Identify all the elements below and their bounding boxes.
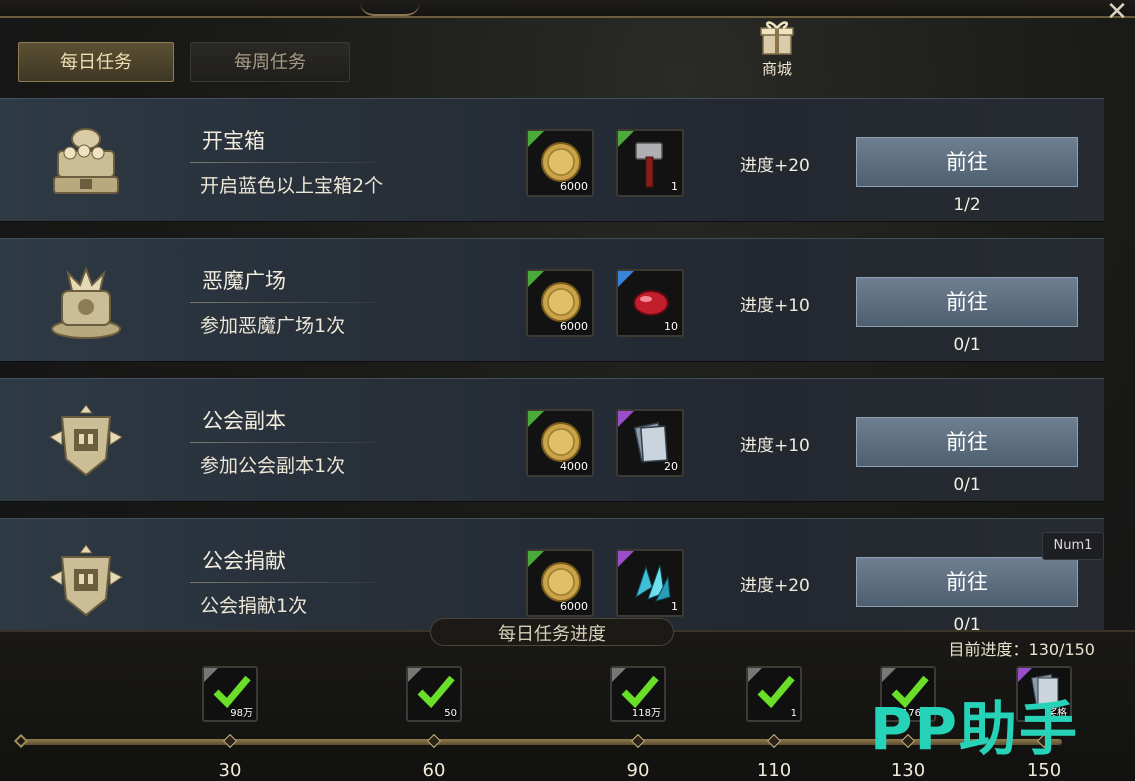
task-description: 参加恶魔广场1次	[200, 315, 346, 337]
reward-slot[interactable]: 20	[616, 409, 684, 477]
shop-label: 商城	[761, 60, 792, 78]
reward-quantity: 6000	[560, 180, 588, 193]
task-divider	[190, 582, 380, 583]
task-row: 公会副本 参加公会副本1次 4000 20 进度+10 前往 0/1	[0, 378, 1104, 502]
reward-slot[interactable]: 4000	[526, 409, 594, 477]
tab-daily-tasks[interactable]: 每日任务	[18, 42, 174, 82]
current-progress: 目前进度：130/150	[948, 640, 1095, 659]
guild-banner-icon	[40, 541, 132, 623]
task-title: 公会副本	[202, 409, 286, 433]
milestone-quantity: 118万	[631, 708, 661, 719]
milestone-reward[interactable]: 50	[406, 666, 462, 722]
blue-crystal-icon	[635, 564, 671, 602]
reward-quantity: 6000	[560, 320, 588, 333]
task-divider	[190, 442, 380, 443]
task-description: 参加公会副本1次	[200, 455, 346, 477]
reward-slot[interactable]: 10	[616, 269, 684, 337]
reward-slot[interactable]: 6000	[526, 269, 594, 337]
go-button[interactable]: 前往	[856, 417, 1078, 467]
task-divider	[190, 302, 380, 303]
milestone-reward[interactable]: 118万	[610, 666, 666, 722]
demon-square-icon	[40, 261, 132, 343]
task-points: 进度+20	[740, 576, 810, 596]
task-progress: 1/2	[953, 195, 981, 215]
shop-button[interactable]: 商城	[748, 18, 806, 84]
guild-banner-icon	[40, 401, 132, 483]
milestone-value: 110	[756, 760, 792, 781]
reward-slot[interactable]: 1	[616, 549, 684, 617]
reward-quantity: 1	[671, 180, 678, 193]
checkmark-icon	[757, 675, 795, 709]
reward-quantity: 1	[671, 600, 678, 613]
game-window: ✕ 每日任务 每周任务 商城 开宝箱 开启蓝色以上宝箱2个 6000 1 进度+…	[0, 0, 1135, 781]
task-progress: 0/1	[953, 475, 981, 495]
checkmark-icon	[417, 675, 455, 709]
tab-weekly-tasks[interactable]: 每周任务	[190, 42, 350, 82]
task-points: 进度+20	[740, 156, 810, 176]
progress-title: 每日任务进度	[498, 624, 606, 645]
reward-quantity: 6000	[560, 600, 588, 613]
task-description: 开启蓝色以上宝箱2个	[200, 175, 384, 197]
reward-quantity: 20	[664, 460, 678, 473]
reward-slot[interactable]: 6000	[526, 549, 594, 617]
milestone-reward[interactable]: 1	[746, 666, 802, 722]
reward-quantity: 4000	[560, 460, 588, 473]
go-button[interactable]: 前往	[856, 557, 1078, 607]
gift-box-icon	[757, 18, 797, 58]
reward-slot[interactable]: 6000	[526, 129, 594, 197]
milestone-quantity: 1	[790, 708, 797, 719]
pp-assistant-watermark: PP助手	[870, 695, 1080, 763]
reward-quantity: 10	[664, 320, 678, 333]
task-row: 恶魔广场 参加恶魔广场1次 6000 10 进度+10 前往 0/1	[0, 238, 1104, 362]
top-ornament	[360, 2, 420, 16]
hammer-icon	[635, 142, 663, 188]
task-description: 公会捐献1次	[200, 595, 308, 617]
task-points: 进度+10	[740, 436, 810, 456]
task-divider	[190, 162, 380, 163]
task-progress: 0/1	[953, 615, 981, 630]
milestone-quantity: 98万	[230, 708, 253, 719]
reward-slot[interactable]: 1	[616, 129, 684, 197]
go-button[interactable]: 前往	[856, 277, 1078, 327]
milestone-value: 60	[422, 760, 446, 781]
task-title: 恶魔广场	[202, 269, 286, 293]
milestone-reward[interactable]: 98万	[202, 666, 258, 722]
task-title: 公会捐献	[202, 549, 286, 573]
milestone-value: 90	[626, 760, 650, 781]
task-points: 进度+10	[740, 296, 810, 316]
milestone-quantity: 50	[444, 708, 457, 719]
task-list: 开宝箱 开启蓝色以上宝箱2个 6000 1 进度+20 前往 1/2 恶魔广场 …	[0, 98, 1104, 630]
task-title: 开宝箱	[202, 129, 265, 153]
go-button[interactable]: 前往	[856, 137, 1078, 187]
task-row: 开宝箱 开启蓝色以上宝箱2个 6000 1 进度+20 前往 1/2	[0, 98, 1104, 222]
milestone-value: 30	[218, 760, 242, 781]
treasure-chest-icon	[40, 121, 132, 203]
hotkey-tooltip: Num1	[1042, 532, 1104, 560]
task-row: 公会捐献 公会捐献1次 6000 1 进度+20 前往 0/1	[0, 518, 1104, 630]
window-top-border	[0, 0, 1135, 18]
task-progress: 0/1	[953, 335, 981, 355]
close-icon[interactable]: ✕	[1103, 0, 1131, 26]
